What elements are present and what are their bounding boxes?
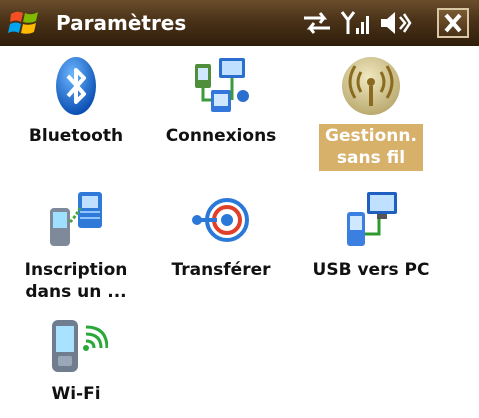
close-x-icon bbox=[444, 13, 462, 33]
volume-icon[interactable] bbox=[378, 8, 412, 38]
settings-item-label: Transférer bbox=[171, 260, 271, 280]
domain-enroll-icon bbox=[50, 192, 102, 246]
settings-item-domain-enroll[interactable]: Inscription dans un ... bbox=[1, 188, 151, 305]
settings-item-wifi[interactable]: Wi-Fi bbox=[1, 312, 151, 407]
settings-item-label: Connexions bbox=[165, 126, 277, 146]
signal-strength-icon[interactable] bbox=[340, 8, 370, 38]
settings-item-label: Gestionn. sans fil bbox=[319, 124, 423, 171]
title-bar: Paramètres bbox=[0, 0, 479, 46]
close-button[interactable] bbox=[437, 8, 469, 38]
settings-item-label: Inscription dans un ... bbox=[24, 260, 128, 302]
settings-item-label: USB vers PC bbox=[312, 260, 430, 280]
settings-item-label: Wi-Fi bbox=[51, 384, 101, 404]
settings-item-wireless-manager[interactable]: Gestionn. sans fil bbox=[296, 54, 446, 171]
settings-item-usb-vers-pc[interactable]: USB vers PC bbox=[296, 188, 446, 283]
beam-icon bbox=[192, 198, 249, 242]
page-title: Paramètres bbox=[56, 11, 187, 35]
settings-item-transferer[interactable]: Transférer bbox=[146, 188, 296, 283]
connections-icon bbox=[195, 58, 249, 112]
wireless-manager-icon bbox=[342, 57, 400, 115]
settings-item-label: Bluetooth bbox=[28, 126, 124, 146]
bluetooth-icon bbox=[56, 57, 96, 115]
windows-flag-icon[interactable] bbox=[8, 6, 42, 40]
usb-to-pc-icon bbox=[347, 192, 397, 246]
settings-item-connexions[interactable]: Connexions bbox=[146, 54, 296, 149]
connectivity-arrows-icon[interactable] bbox=[300, 8, 334, 38]
wifi-icon bbox=[52, 320, 108, 372]
settings-item-bluetooth[interactable]: Bluetooth bbox=[1, 54, 151, 149]
